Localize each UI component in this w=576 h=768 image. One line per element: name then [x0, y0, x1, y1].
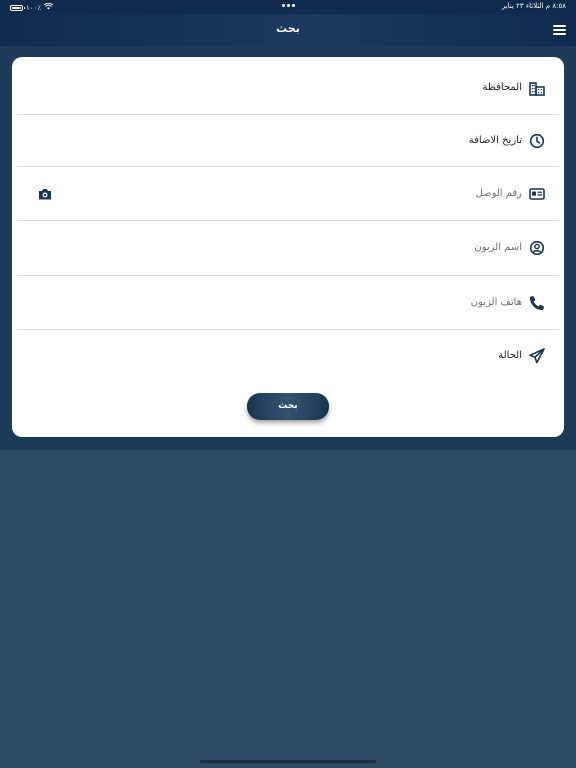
field-placeholder: رقم الوصل: [475, 188, 523, 199]
field-placeholder: هاتف الزبون: [470, 297, 522, 308]
field-label: الحالة: [498, 350, 522, 361]
status-indicators: ١٠٠٪: [10, 2, 54, 12]
id-card-icon: [529, 186, 545, 202]
multitasking-dots[interactable]: [282, 4, 295, 7]
battery-icon: [10, 4, 25, 11]
field-label: المحافظة: [482, 82, 522, 93]
navbar: بحث: [0, 14, 576, 46]
camera-icon[interactable]: [37, 186, 53, 202]
paper-plane-icon: [529, 348, 545, 364]
search-button[interactable]: بحث: [247, 393, 329, 420]
battery-level: ١٠٠٪: [26, 3, 42, 12]
field-receipt-number[interactable]: رقم الوصل: [17, 166, 559, 221]
hamburger-menu-icon[interactable]: [553, 25, 566, 35]
field-placeholder: اسم الزبون: [474, 242, 522, 253]
wifi-icon: [43, 2, 54, 12]
field-customer-name[interactable]: اسم الزبون: [17, 220, 559, 276]
home-indicator: [200, 760, 376, 763]
phone-icon: [529, 295, 545, 311]
status-bar: ١٠٠٪ ٨:٥٨ م الثلاثاء ٢٣ يناير: [0, 0, 576, 14]
clock-icon: [529, 133, 545, 149]
field-customer-phone[interactable]: هاتف الزبون: [17, 275, 559, 330]
field-label: تاريخ الاضافة: [468, 135, 522, 146]
status-datetime: ٨:٥٨ م الثلاثاء ٢٣ يناير: [501, 2, 566, 10]
field-status[interactable]: الحالة: [17, 329, 559, 383]
field-date-added[interactable]: تاريخ الاضافة: [17, 114, 559, 167]
search-form-card: المحافظة تاريخ الاضافة رقم الوصل اسم الز…: [12, 57, 564, 437]
page-title: بحث: [276, 22, 300, 35]
city-buildings-icon: [529, 80, 545, 96]
user-circle-icon: [529, 240, 545, 256]
field-governorate[interactable]: المحافظة: [17, 57, 559, 115]
